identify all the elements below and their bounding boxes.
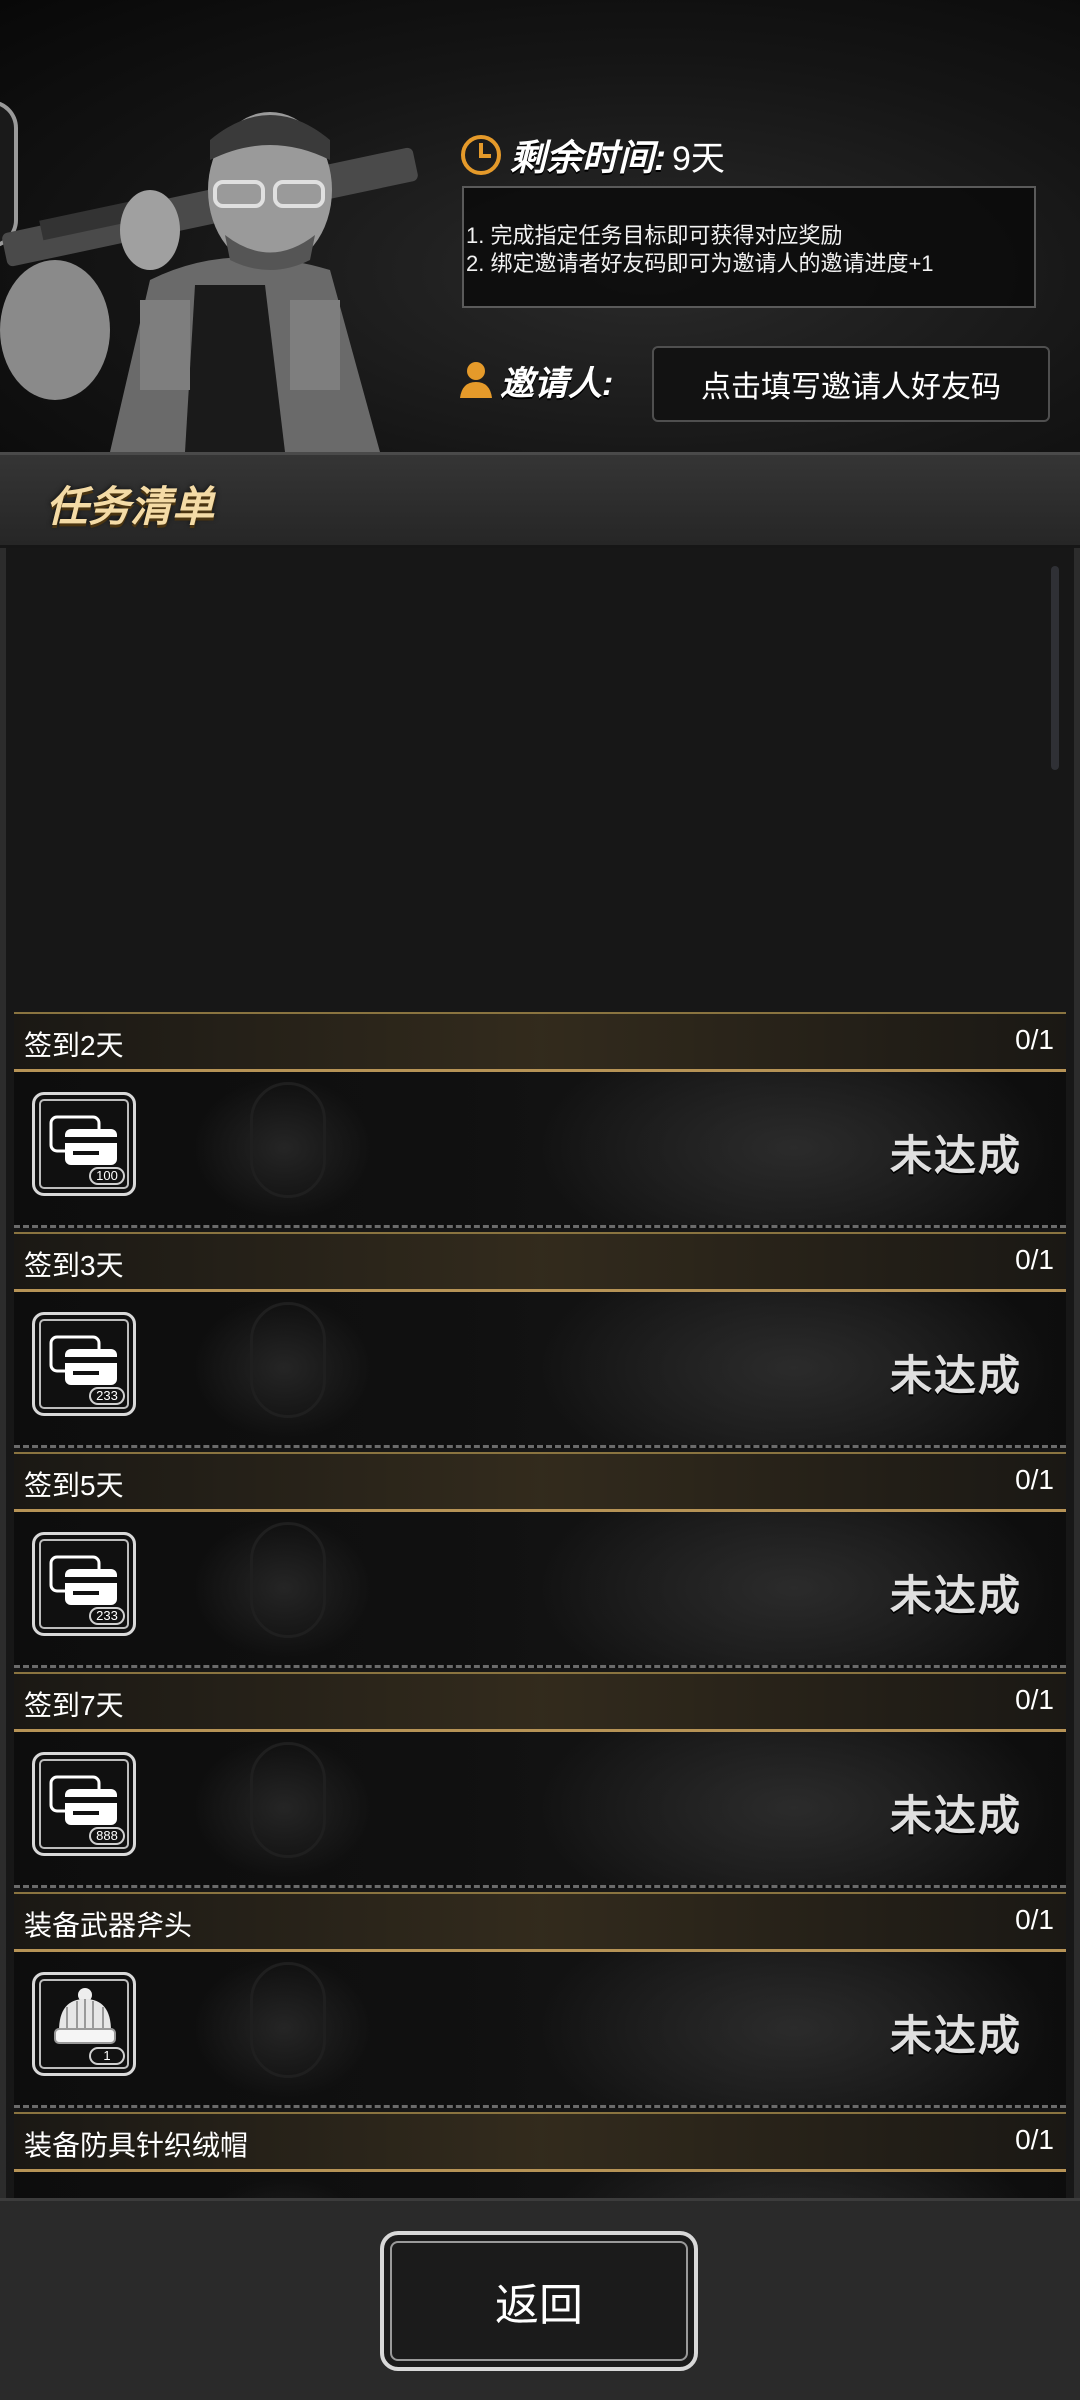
reward-count-badge: 233 <box>89 1607 125 1625</box>
task-progress: 0/1 <box>1015 1904 1054 1935</box>
reward-item[interactable]: 233 <box>32 1532 136 1636</box>
task-card-header: 签到7天 0/1 <box>14 1672 1066 1732</box>
task-card-header: 装备武器斧头 0/1 <box>14 1892 1066 1952</box>
back-button[interactable]: 返回 <box>380 2231 698 2371</box>
task-progress: 0/1 <box>1015 1464 1054 1495</box>
ticket-cards-icon <box>49 1775 117 1825</box>
inviter-row: 邀请人: <box>458 350 613 410</box>
ticket-cards-icon <box>49 1555 117 1605</box>
task-card-header: 签到2天 0/1 <box>14 1012 1066 1072</box>
reward-item[interactable]: 100 <box>32 1092 136 1196</box>
task-card-header: 签到3天 0/1 <box>14 1232 1066 1292</box>
shooting-target-decoration <box>250 1522 326 1638</box>
task-status: 未达成 <box>889 1792 1022 1839</box>
task-status: 未达成 <box>889 1352 1022 1399</box>
card-background <box>14 2168 1066 2198</box>
task-name: 签到2天 <box>24 1030 124 1061</box>
task-name: 装备防具针织绒帽 <box>24 2130 249 2161</box>
shooting-target-decoration <box>250 1962 326 2078</box>
shooting-target-decoration <box>250 1742 326 1858</box>
survivor-character-illustration <box>0 112 418 452</box>
ticket-cards-icon <box>49 1115 117 1165</box>
task-list-title: 任务清单 <box>46 483 215 530</box>
task-card: 签到3天 0/1 233 未达成 <box>14 1232 1066 1448</box>
remaining-time-value: 9天 <box>672 139 725 178</box>
task-list-scrollbar[interactable] <box>1051 566 1059 770</box>
task-name: 签到5天 <box>24 1470 124 1501</box>
reward-item[interactable]: 233 <box>32 1312 136 1416</box>
task-progress: 0/1 <box>1015 1244 1054 1275</box>
task-list-title-bar: 任务清单 <box>0 452 1080 548</box>
remaining-time-row: 剩余时间: 9天 <box>460 130 725 180</box>
reward-count-badge: 888 <box>89 1827 125 1845</box>
task-status: 未达成 <box>889 1572 1022 1619</box>
task-card: 签到5天 0/1 233 未达成 <box>14 1452 1066 1668</box>
rules-info-box: 1. 完成指定任务目标即可获得对应奖励 2. 绑定邀请者好友码即可为邀请人的邀请… <box>462 186 1036 308</box>
task-card: 签到7天 0/1 888 未达成 <box>14 1672 1066 1888</box>
task-name: 签到7天 <box>24 1690 124 1721</box>
task-card-header: 签到5天 0/1 <box>14 1452 1066 1512</box>
enter-invite-code-button[interactable]: 点击填写邀请人好友码 <box>652 346 1050 422</box>
reward-item[interactable]: 1 <box>32 1972 136 2076</box>
reward-count-badge: 1 <box>89 2047 125 2065</box>
person-icon <box>460 362 492 398</box>
reward-count-badge: 233 <box>89 1387 125 1405</box>
ticket-cards-icon <box>49 1335 117 1385</box>
task-status: 未达成 <box>889 1132 1022 1179</box>
inviter-label: 邀请人: <box>500 364 614 403</box>
rule-line-2: 2. 绑定邀请者好友码即可为邀请人的邀请进度+1 <box>466 251 934 276</box>
task-progress: 0/1 <box>1015 1024 1054 1055</box>
task-name: 签到3天 <box>24 1250 124 1281</box>
task-status: 未达成 <box>889 2012 1022 2059</box>
footer-bar: 返回 <box>0 2198 1080 2400</box>
shooting-target-decoration <box>250 1302 326 1418</box>
task-card: 签到2天 0/1 100 未达成 <box>14 1012 1066 1228</box>
remaining-time-label: 剩余时间: <box>510 137 666 178</box>
task-name: 装备武器斧头 <box>24 1910 193 1941</box>
task-progress: 0/1 <box>1015 1684 1054 1715</box>
task-progress: 0/1 <box>1015 2124 1054 2155</box>
shooting-target-decoration <box>250 1082 326 1198</box>
clock-icon <box>461 135 501 175</box>
task-card-header: 装备防具针织绒帽 0/1 <box>14 2112 1066 2172</box>
reward-count-badge: 100 <box>89 1167 125 1185</box>
task-card: 装备防具针织绒帽 0/1 <box>14 2112 1066 2198</box>
reward-item[interactable]: 888 <box>32 1752 136 1856</box>
header-banner: 剩余时间: 9天 1. 完成指定任务目标即可获得对应奖励 2. 绑定邀请者好友码… <box>0 0 1080 452</box>
knit-hat-icon <box>54 1988 116 2044</box>
task-card: 装备武器斧头 0/1 1 未达成 <box>14 1892 1066 2108</box>
rule-line-1: 1. 完成指定任务目标即可获得对应奖励 <box>466 223 843 248</box>
